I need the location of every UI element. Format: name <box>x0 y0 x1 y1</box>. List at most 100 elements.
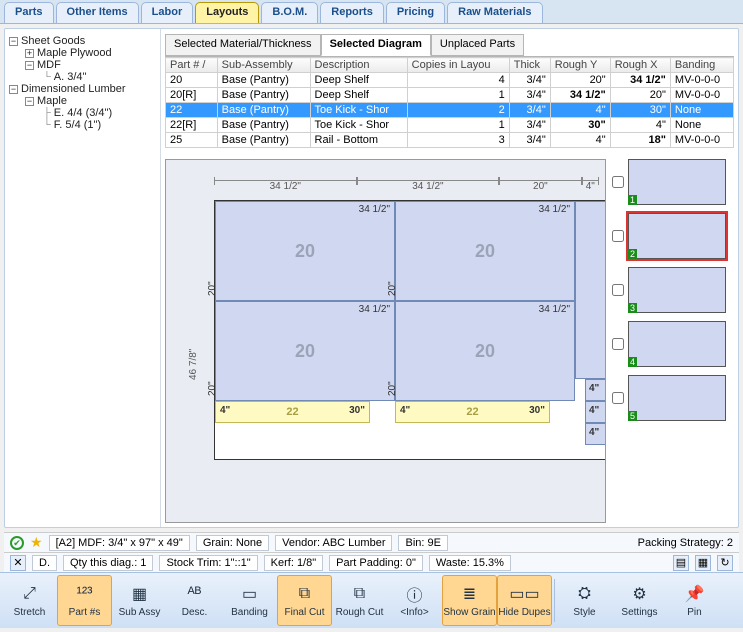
d-label[interactable]: D. <box>32 555 57 571</box>
top-tab-reports[interactable]: Reports <box>320 2 384 23</box>
padding-info: Part Padding: 0" <box>329 555 423 571</box>
layout-thumb-2[interactable]: 2 <box>612 213 734 259</box>
table-row[interactable]: 20Base (Pantry)Deep Shelf43/4"20"34 1/2"… <box>166 73 734 88</box>
col-header[interactable]: Part # / <box>166 58 218 73</box>
delete-button[interactable]: ✕ <box>10 555 26 571</box>
layout-thumb-3[interactable]: 3 <box>612 267 734 313</box>
layout-piece-20[interactable]: 2034 1/2"20" <box>215 201 395 301</box>
table-row[interactable]: 25Base (Pantry)Rail - Bottom33/4"4"18"MV… <box>166 133 734 148</box>
layout-piece-20[interactable]: 2034 1/2"20" <box>395 201 575 301</box>
minus-icon[interactable]: − <box>25 61 34 70</box>
stock-trim-info: Stock Trim: 1"::1" <box>159 555 257 571</box>
vendor-info: Vendor: ABC Lumber <box>275 535 392 551</box>
status-bar-a: ✔ ★ [A2] MDF: 3/4" x 97" x 49" Grain: No… <box>4 532 739 552</box>
thumb-checkbox[interactable] <box>612 392 624 404</box>
toolbar-desc--button[interactable]: ᴬᴮDesc. <box>167 575 222 626</box>
cut-layout-board[interactable]: 2034 1/2"20"2034 1/2"20"2020"34 1/2"224"… <box>214 200 606 460</box>
layout-piece-22[interactable]: 2230"4" <box>395 401 550 423</box>
inner-tab-selected-material-thickness[interactable]: Selected Material/Thickness <box>165 34 321 56</box>
col-header[interactable]: Sub-Assembly <box>217 58 310 73</box>
toolbar-style-button[interactable]: ⛭Style <box>557 575 612 626</box>
tree-label: Maple <box>37 95 67 107</box>
top-tab-other-items[interactable]: Other Items <box>56 2 139 23</box>
kerf-info: Kerf: 1/8" <box>264 555 323 571</box>
layout-mode-2-button[interactable]: ▦ <box>695 555 711 571</box>
qty-info: Qty this diag.: 1 <box>63 555 153 571</box>
minus-icon[interactable]: − <box>25 97 34 106</box>
tree-maple[interactable]: −Maple <box>9 95 156 107</box>
parts-grid[interactable]: Part # /Sub-AssemblyDescriptionCopies in… <box>165 57 734 148</box>
layout-thumb-4[interactable]: 4 <box>612 321 734 367</box>
layout-piece-22[interactable]: 2230"4" <box>215 401 370 423</box>
settings-icon: ⚙ <box>629 583 651 605</box>
layout-thumb-5[interactable]: 5 <box>612 375 734 421</box>
layout-piece-20[interactable]: 2020"34 1/2" <box>575 201 606 379</box>
layout-piece-20[interactable]: 2034 1/2"20" <box>395 301 575 401</box>
layout-piece-25[interactable]: 2518"4" <box>585 379 606 401</box>
inner-tab-selected-diagram[interactable]: Selected Diagram <box>321 34 431 56</box>
top-tab-layouts[interactable]: Layouts <box>195 2 259 23</box>
col-header[interactable]: Thick <box>509 58 550 73</box>
material-info: [A2] MDF: 3/4" x 97" x 49" <box>49 535 190 551</box>
layout-mode-1-button[interactable]: ▤ <box>673 555 689 571</box>
toolbar-show-grain-button[interactable]: ≣Show Grain <box>442 575 497 626</box>
col-header[interactable]: Description <box>310 58 407 73</box>
plus-icon[interactable]: + <box>25 49 34 58</box>
layout-piece-25[interactable]: 2518"4" <box>585 401 606 423</box>
col-header[interactable]: Copies in Layou <box>407 58 509 73</box>
tree-maple-plywood[interactable]: +Maple Plywood <box>9 47 156 59</box>
tree-mdf[interactable]: −MDF <box>9 59 156 71</box>
board-panel[interactable]: 34 1/2"34 1/2"20"4" 46 7/8" 2034 1/2"20"… <box>165 159 606 523</box>
minus-icon[interactable]: − <box>9 85 18 94</box>
thumb-checkbox[interactable] <box>612 230 624 242</box>
col-header[interactable]: Rough X <box>610 58 670 73</box>
top-tab-b-o-m-[interactable]: B.O.M. <box>261 2 318 23</box>
table-row[interactable]: 22[R]Base (Pantry)Toe Kick - Shor13/4"30… <box>166 118 734 133</box>
tree-sheet-goods[interactable]: −Sheet Goods <box>9 35 156 47</box>
layout-piece-20[interactable]: 2034 1/2"20" <box>215 301 395 401</box>
ruler-top: 34 1/2"34 1/2"20"4" <box>214 180 599 190</box>
tree-dimensioned[interactable]: −Dimensioned Lumber <box>9 83 156 95</box>
toolbar-final-cut-button[interactable]: ⧉Final Cut <box>277 575 332 626</box>
toolbar-banding-button[interactable]: ▭Banding <box>222 575 277 626</box>
toolbar-stretch-button[interactable]: ⤢Stretch <box>2 575 57 626</box>
layout-piece-25[interactable]: 2518"4" <box>585 423 606 445</box>
toolbar-label: Settings <box>621 607 657 618</box>
toolbar-pin-button[interactable]: 📌 Pin <box>667 575 722 626</box>
col-header[interactable]: Rough Y <box>550 58 610 73</box>
tree-mdf-a[interactable]: └A. 3/4" <box>9 71 156 83</box>
tree-maple-e[interactable]: ├E. 4/4 (3/4") <box>9 107 156 119</box>
ok-icon: ✔ <box>10 536 24 550</box>
top-tab-parts[interactable]: Parts <box>4 2 54 23</box>
toolbar-label: Rough Cut <box>336 607 384 618</box>
inner-tab-unplaced-parts[interactable]: Unplaced Parts <box>431 34 524 56</box>
top-tab-raw-materials[interactable]: Raw Materials <box>447 2 542 23</box>
minus-icon[interactable]: − <box>9 37 18 46</box>
ruler-segment: 20" <box>499 180 581 190</box>
toolbar--info--button[interactable]: ⓘ<Info> <box>387 575 442 626</box>
star-icon[interactable]: ★ <box>30 534 43 551</box>
top-tab-pricing[interactable]: Pricing <box>386 2 445 23</box>
banding-icon: ▭ <box>239 583 261 605</box>
toolbar-label: Pin <box>687 607 701 618</box>
toolbar-settings-button[interactable]: ⚙ Settings <box>612 575 667 626</box>
toolbar-label: Sub Assy <box>119 607 161 618</box>
tree-maple-f[interactable]: └F. 5/4 (1") <box>9 119 156 131</box>
thumb-checkbox[interactable] <box>612 176 624 188</box>
table-row[interactable]: 20[R]Base (Pantry)Deep Shelf13/4"34 1/2"… <box>166 88 734 103</box>
pin-icon: 📌 <box>684 583 706 605</box>
thumb-checkbox[interactable] <box>612 338 624 350</box>
toolbar-label: <Info> <box>400 607 428 618</box>
toolbar-part-s-button[interactable]: ¹²³Part #s <box>57 575 112 626</box>
layout-thumb-1[interactable]: 1 <box>612 159 734 205</box>
toolbar-sub-assy-button[interactable]: ▦Sub Assy <box>112 575 167 626</box>
table-row[interactable]: 22Base (Pantry)Toe Kick - Shor23/4"4"30"… <box>166 103 734 118</box>
thumb-checkbox[interactable] <box>612 284 624 296</box>
tree-label: Maple Plywood <box>37 47 112 59</box>
top-tab-labor[interactable]: Labor <box>141 2 194 23</box>
tree-label: A. 3/4" <box>54 71 87 83</box>
toolbar-rough-cut-button[interactable]: ⧉Rough Cut <box>332 575 387 626</box>
refresh-button[interactable]: ↻ <box>717 555 733 571</box>
col-header[interactable]: Banding <box>670 58 733 73</box>
toolbar-hide-dupes-button[interactable]: ▭▭Hide Dupes <box>497 575 552 626</box>
